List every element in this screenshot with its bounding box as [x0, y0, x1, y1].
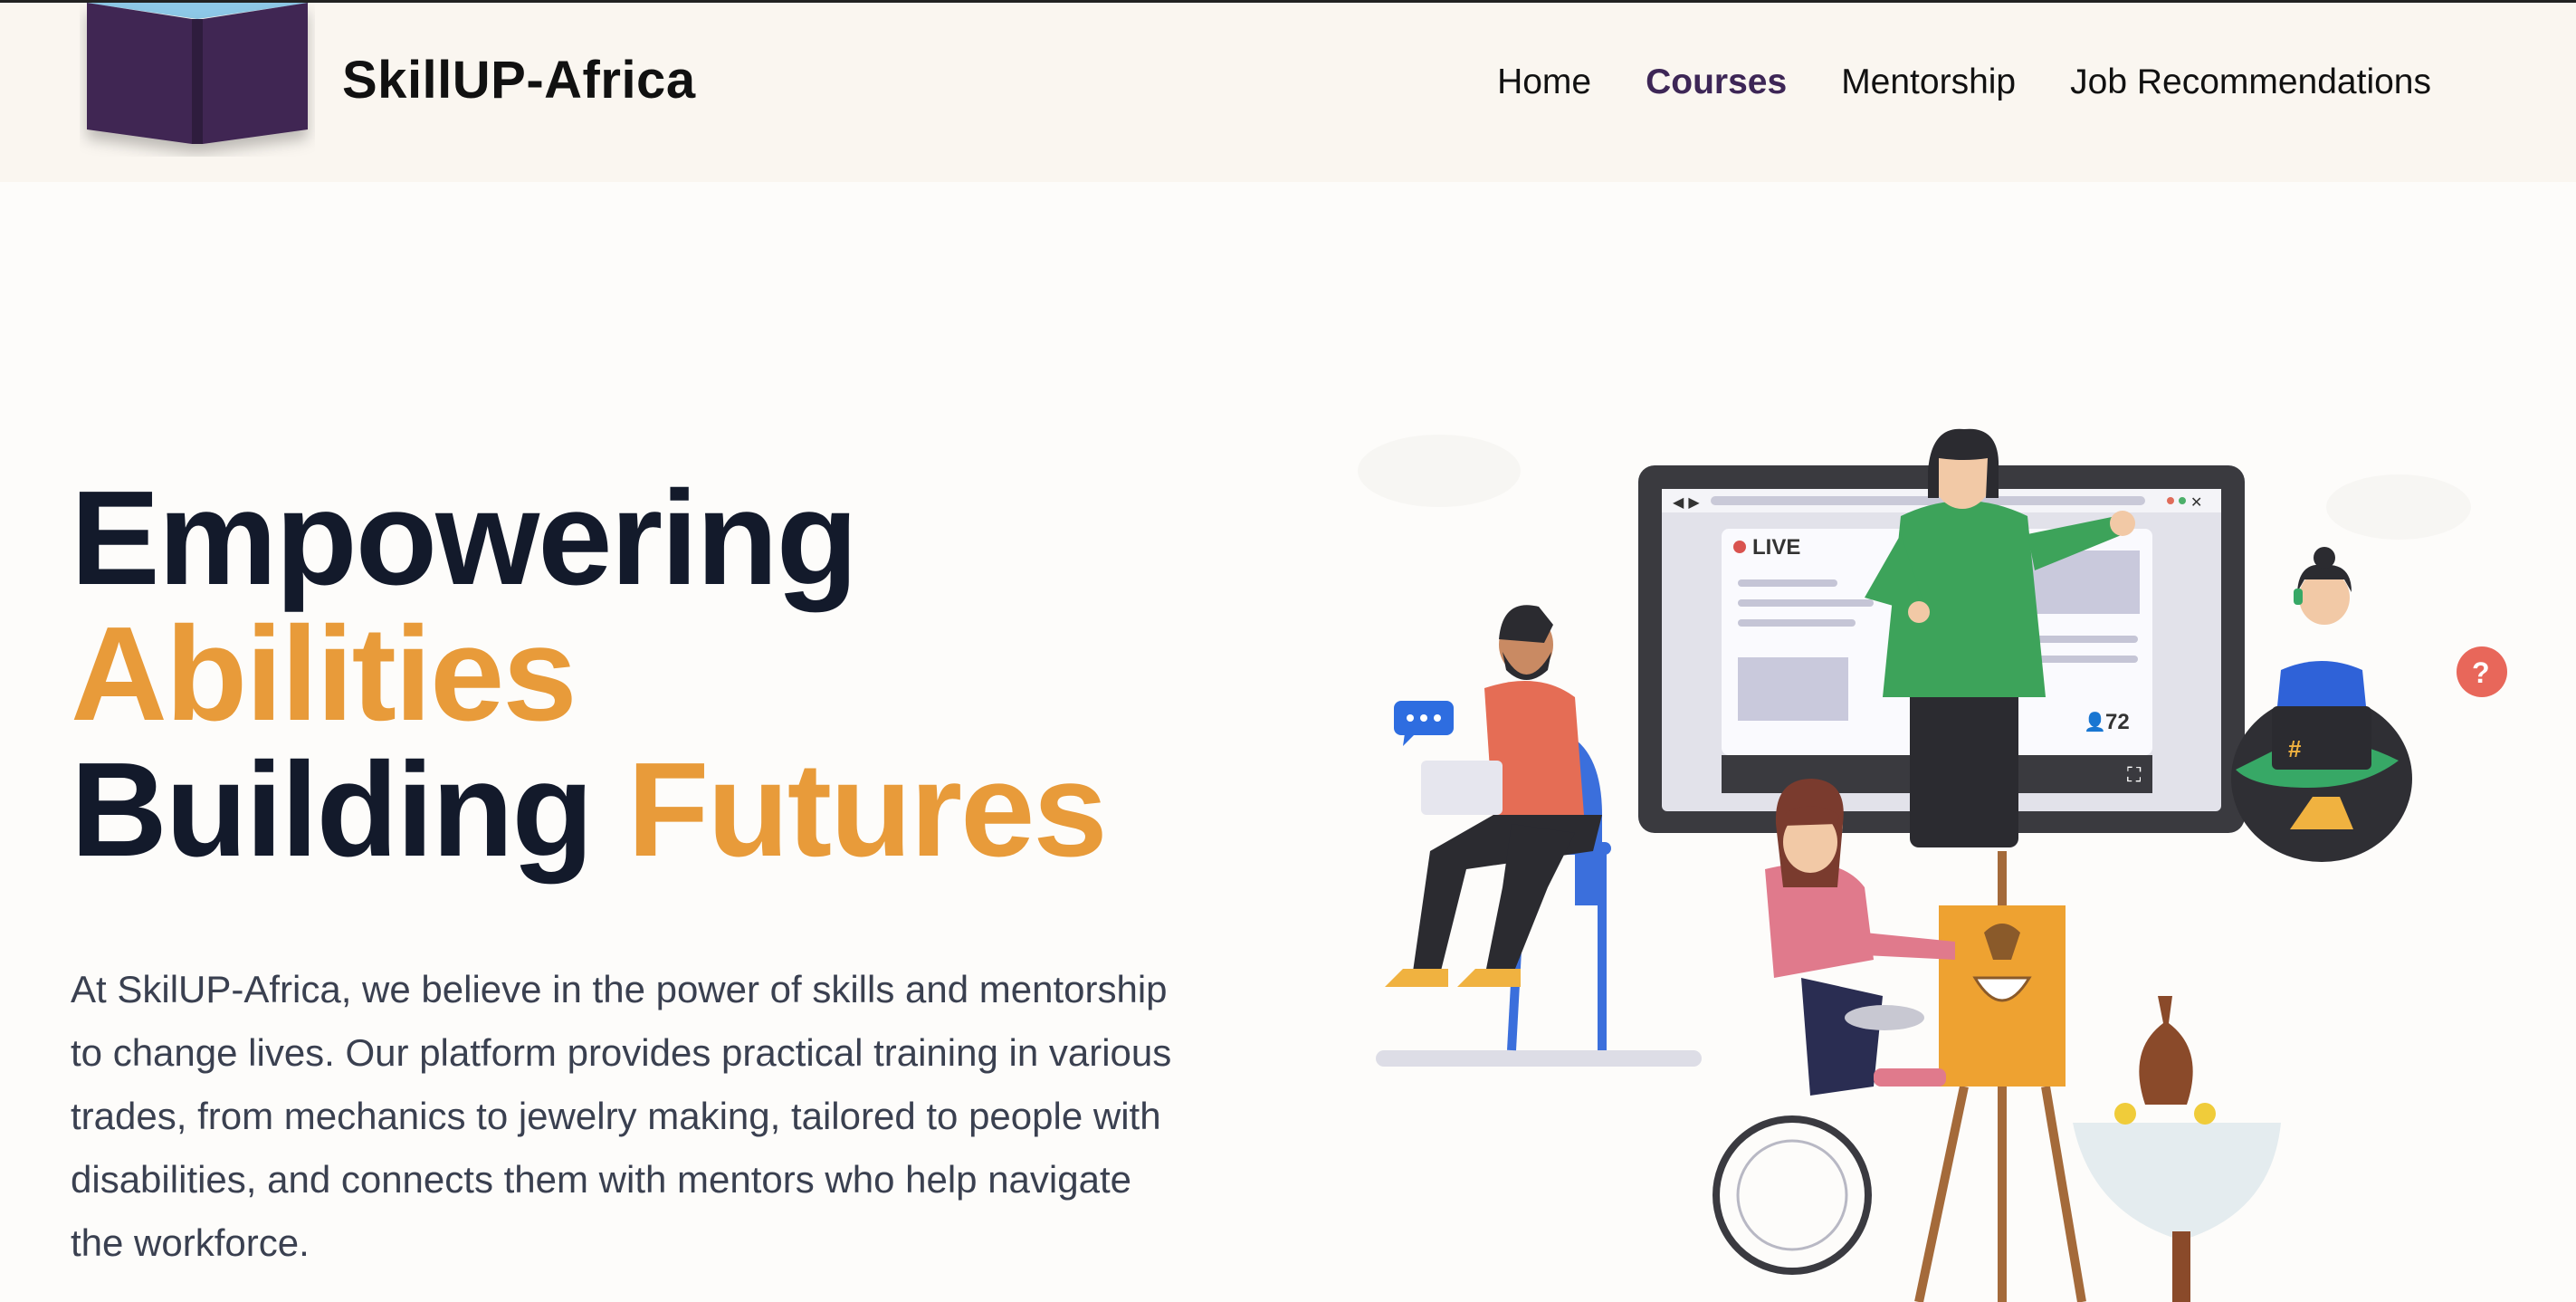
hero-line-abilities: Abilities: [71, 599, 577, 749]
viewer-count: 72: [2105, 710, 2130, 734]
nav-job-recommendations[interactable]: Job Recommendations: [2070, 62, 2431, 102]
svg-text:?: ?: [2472, 656, 2490, 689]
svg-text:👤: 👤: [2084, 711, 2106, 732]
brand-name[interactable]: SkillUP-Africa: [342, 50, 696, 110]
book-icon[interactable]: [80, 3, 315, 157]
hero-line-empowering: Empowering: [71, 464, 858, 613]
chat-bubble-icon: [1394, 701, 1454, 746]
svg-text:⛶: ⛶: [2127, 764, 2142, 787]
live-label: LIVE: [1752, 535, 1800, 560]
svg-text:◀ ▶: ◀ ▶: [1673, 493, 1700, 511]
painter-figure: [1713, 779, 2086, 1302]
hero-illustration: ◀ ▶ ✕ ⛶ LIVE 👤 72 # ?: [1358, 428, 2507, 1302]
nav-mentorship[interactable]: Mentorship: [1841, 62, 2016, 102]
hashtag-label: #: [2288, 735, 2302, 762]
main-nav: Home Courses Mentorship Job Recommendati…: [1497, 62, 2431, 102]
nav-courses[interactable]: Courses: [1646, 62, 1787, 102]
nav-home[interactable]: Home: [1497, 62, 1591, 102]
question-bubble-icon: ?: [2457, 646, 2507, 697]
hero-line-futures: Futures: [626, 735, 1108, 885]
vase-still-life: [2073, 996, 2281, 1302]
hero-line-building: Building: [71, 735, 594, 885]
hero-heading: Empowering Abilities Building Futures: [71, 471, 1108, 878]
beanbag-woman-figure: #: [2231, 547, 2412, 862]
hero-description: At SkilUP-Africa, we believe in the powe…: [71, 968, 1172, 1264]
svg-text:✕: ✕: [2190, 493, 2202, 511]
site-header: SkillUP-Africa Home Courses Mentorship J…: [0, 3, 2576, 182]
